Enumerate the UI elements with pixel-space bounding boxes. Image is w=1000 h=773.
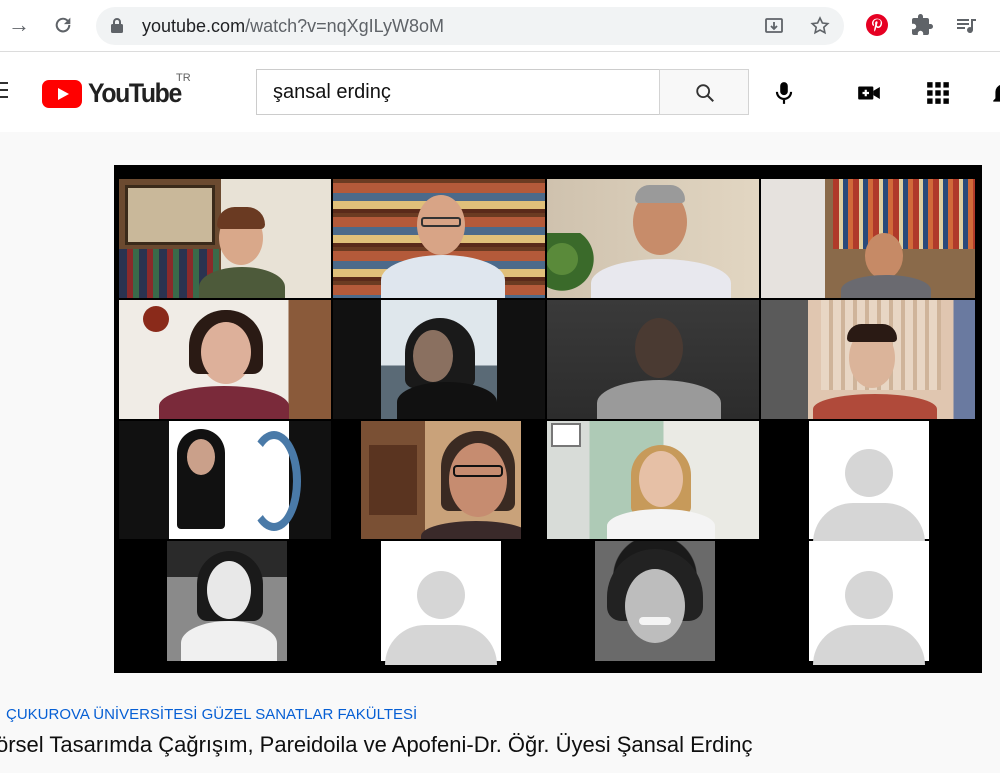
region-code: TR [176,72,191,84]
participant-tile [761,179,975,298]
participant-tile [119,300,331,419]
participant-tile [333,300,545,419]
participant-tile [333,179,545,298]
extensions-puzzle-icon[interactable] [910,13,934,37]
video-title: örsel Tasarımda Çağrışım, Pareidoila ve … [0,732,753,757]
participant-tile [167,541,287,661]
url-host: youtube.com [142,16,246,36]
video-conference-grid [119,179,975,665]
pinterest-icon[interactable] [865,13,889,37]
participant-tile [547,179,759,298]
url-text: youtube.com/watch?v=nqXgILyW8oM [142,16,444,37]
participant-avatar-placeholder [809,421,929,543]
install-app-icon[interactable] [764,16,784,36]
lock-icon [111,18,123,33]
participant-tile [547,421,759,539]
participant-tile [361,421,521,539]
participant-tile [761,300,975,419]
search-icon [696,84,714,102]
youtube-wordmark: YouTube [88,78,182,108]
reload-icon[interactable] [48,10,78,40]
search-input[interactable]: şansal erdinç [256,69,660,115]
apps-grid-icon[interactable] [925,80,951,106]
video-player[interactable] [114,165,982,673]
media-queue-icon[interactable] [954,13,978,37]
search-query: şansal erdinç [273,81,391,103]
participant-avatar-placeholder [381,541,501,665]
participant-tile [595,541,715,661]
search-button[interactable] [659,69,749,115]
menu-icon[interactable] [0,82,8,98]
participant-tile [119,179,331,298]
browser-toolbar: → youtube.com/watch?v=nqXgILyW8oM [0,0,1000,52]
address-bar[interactable]: youtube.com/watch?v=nqXgILyW8oM [96,7,844,45]
bookmark-star-icon[interactable] [810,16,830,36]
microphone-icon[interactable] [771,80,797,106]
participant-avatar-placeholder [809,541,929,665]
forward-icon[interactable]: → [4,10,34,40]
create-video-icon[interactable] [856,80,882,106]
channel-name-link[interactable]: ÇUKUROVA ÜNİVERSİTESİ GÜZEL SANATLAR FAK… [6,706,417,723]
participant-tile [119,421,331,539]
participant-tile [547,300,759,419]
url-path: /watch?v=nqXgILyW8oM [245,16,444,36]
youtube-play-icon [42,80,82,108]
youtube-masthead: YouTube TR şansal erdinç [0,52,1000,132]
notifications-bell-icon[interactable] [990,80,1000,106]
